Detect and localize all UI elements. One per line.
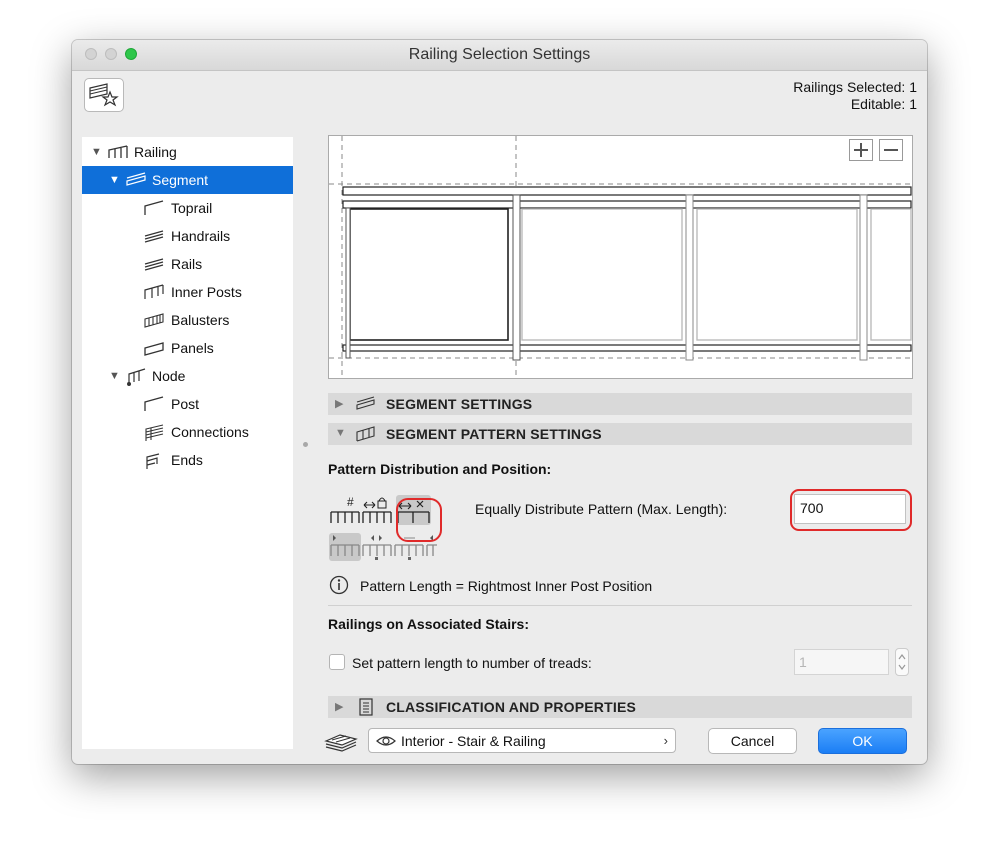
equally-distribute-label: Equally Distribute Pattern (Max. Length)…: [475, 501, 728, 517]
properties-icon: [359, 698, 373, 716]
ok-button[interactable]: OK: [818, 728, 907, 754]
post-icon: [144, 396, 164, 411]
balusters-icon: [144, 313, 164, 328]
cancel-button[interactable]: Cancel: [708, 728, 797, 754]
tree-item-label: Connections: [171, 424, 249, 440]
tree-item-label: Toprail: [171, 200, 213, 216]
splitter-handle-icon: [303, 442, 308, 447]
expanded-triangle-icon: ▼: [335, 427, 346, 439]
favorites-button[interactable]: [84, 78, 124, 112]
stepper-arrows-icon: [898, 654, 906, 670]
panel-splitter[interactable]: [301, 125, 309, 760]
title-bar: Railing Selection Settings: [72, 40, 927, 71]
pattern-length-treads-label: Set pattern length to number of treads:: [352, 655, 592, 671]
align-center-icon: [362, 535, 392, 560]
eye-icon: [376, 736, 396, 746]
tree-item-panels[interactable]: Panels: [82, 334, 293, 362]
associated-stairs-heading: Railings on Associated Stairs:: [328, 616, 529, 632]
layers-favorites-icon[interactable]: [324, 729, 358, 753]
railing-preview: [328, 135, 913, 379]
panels-icon: [144, 342, 164, 356]
expand-triangle-icon[interactable]: ▼: [91, 146, 102, 158]
tree-item-segment[interactable]: ▼ Segment: [82, 166, 293, 194]
pattern-icon: [356, 426, 375, 442]
favorites-selector[interactable]: Interior - Stair & Railing ›: [368, 728, 676, 753]
window-title: Railing Selection Settings: [408, 46, 591, 63]
segment-icon: [356, 396, 375, 410]
segment-settings-section[interactable]: ▶ SEGMENT SETTINGS: [328, 393, 912, 415]
divider: [328, 605, 912, 606]
section-title: SEGMENT PATTERN SETTINGS: [386, 426, 602, 442]
treads-count-input[interactable]: 1: [794, 649, 889, 675]
minus-icon: [884, 149, 898, 151]
tree-item-label: Railing: [134, 144, 177, 160]
tree-item-balusters[interactable]: Balusters: [82, 306, 293, 334]
plus-icon: [854, 143, 868, 157]
max-length-highlight: [790, 489, 912, 531]
tree-item-post[interactable]: Post: [82, 390, 293, 418]
tree-item-railing[interactable]: ▼ Railing: [82, 138, 293, 166]
pattern-length-info: Pattern Length = Rightmost Inner Post Po…: [360, 578, 653, 594]
tree-item-label: Balusters: [171, 312, 230, 328]
tree-item-ends[interactable]: Ends: [82, 446, 293, 474]
tree-item-label: Node: [152, 368, 186, 384]
tree-item-connections[interactable]: Connections: [82, 418, 293, 446]
collapsed-triangle-icon: ▶: [335, 398, 344, 410]
svg-text:#: #: [347, 495, 354, 509]
treads-stepper[interactable]: [895, 648, 909, 676]
settings-tree: ▼ Railing ▼ Segment Toprail Handrails Ra…: [82, 137, 293, 749]
tree-item-label: Rails: [171, 256, 203, 272]
zoom-in-button[interactable]: [849, 139, 873, 161]
railing-preview-drawing: [329, 136, 912, 378]
expand-triangle-icon[interactable]: ▼: [109, 370, 120, 382]
handrails-icon: [144, 230, 164, 243]
node-icon: [127, 368, 146, 386]
selection-info: Railings Selected: 1 Editable: 1: [793, 79, 917, 113]
zoom-out-button[interactable]: [879, 139, 903, 161]
classification-section[interactable]: ▶ CLASSIFICATION AND PROPERTIES: [328, 696, 912, 718]
railing-selection-settings-dialog: Railing Selection Settings Railings Sele…: [72, 40, 927, 764]
equally-distribute-highlight: [396, 498, 442, 542]
section-title: SEGMENT SETTINGS: [386, 396, 533, 412]
rails-icon: [144, 258, 164, 271]
chevron-right-icon: ›: [663, 733, 668, 748]
info-icon: [329, 575, 349, 595]
editable-count: Editable: 1: [850, 96, 917, 112]
number-of-patterns-icon: #: [330, 495, 360, 523]
section-title: CLASSIFICATION AND PROPERTIES: [386, 699, 637, 715]
collapsed-triangle-icon: ▶: [335, 701, 344, 713]
railing-icon: [108, 145, 128, 158]
segment-pattern-settings-section[interactable]: ▼ SEGMENT PATTERN SETTINGS: [328, 423, 912, 445]
expand-triangle-icon[interactable]: ▼: [109, 174, 120, 186]
toprail-icon: [144, 200, 164, 215]
tree-item-label: Handrails: [171, 228, 231, 244]
inner-posts-icon: [144, 284, 164, 299]
pattern-length-treads-checkbox[interactable]: [329, 654, 345, 670]
tree-item-toprail[interactable]: Toprail: [82, 194, 293, 222]
tree-item-rails[interactable]: Rails: [82, 250, 293, 278]
tree-item-label: Post: [171, 396, 200, 412]
railings-selected-count: Railings Selected: 1: [793, 79, 917, 95]
locked-length-icon: [362, 497, 392, 523]
tree-item-inner-posts[interactable]: Inner Posts: [82, 278, 293, 306]
tree-item-node[interactable]: ▼ Node: [82, 362, 293, 390]
ends-icon: [146, 453, 160, 469]
segment-icon: [126, 172, 146, 186]
connections-icon: [145, 424, 164, 441]
favorites-selector-label: Interior - Stair & Railing: [401, 733, 546, 749]
tree-item-handrails[interactable]: Handrails: [82, 222, 293, 250]
tree-item-label: Segment: [152, 172, 209, 188]
tree-item-label: Ends: [171, 452, 203, 468]
tree-item-label: Panels: [171, 340, 214, 356]
tree-item-label: Inner Posts: [171, 284, 242, 300]
align-left-icon: [329, 533, 361, 561]
pattern-distribution-heading: Pattern Distribution and Position:: [328, 461, 552, 477]
favorites-star-icon: [89, 83, 119, 107]
